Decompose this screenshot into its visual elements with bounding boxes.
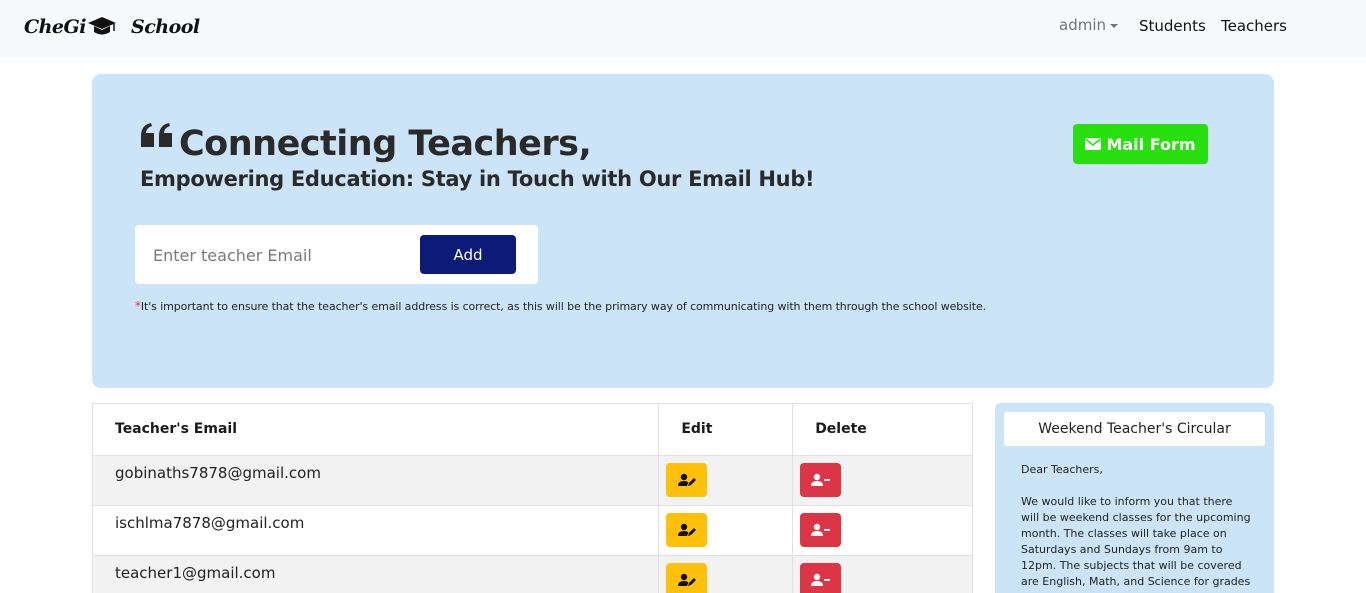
brand-logo[interactable]: CheGi School bbox=[24, 13, 200, 41]
quote-left-icon bbox=[139, 122, 175, 150]
table-row: teacher1@gmail.com bbox=[91, 555, 973, 593]
teacher-table: Teacher's Email Edit Delete gobinaths787… bbox=[91, 403, 973, 593]
mail-form-button[interactable]: Mail Form bbox=[1073, 124, 1208, 164]
delete-button[interactable] bbox=[800, 463, 842, 497]
user-minus-icon bbox=[810, 473, 830, 486]
circular-text: We would like to inform you that there w… bbox=[1021, 495, 1251, 588]
navbar: CheGi School admin Students Teachers bbox=[0, 0, 1366, 58]
circular-greeting: Dear Teachers, bbox=[1021, 463, 1103, 476]
email-note: *It's important to ensure that the teach… bbox=[135, 299, 986, 313]
nav-teachers-link[interactable]: Teachers bbox=[1221, 17, 1287, 35]
hero-title: Connecting Teachers, bbox=[179, 124, 592, 164]
header-delete: Delete bbox=[792, 403, 973, 456]
graduation-cap-icon bbox=[87, 16, 117, 38]
add-teacher-form: Add bbox=[135, 225, 538, 284]
table-row: gobinaths7878@gmail.com bbox=[91, 455, 973, 506]
nav-students-link[interactable]: Students bbox=[1139, 17, 1206, 35]
admin-dropdown[interactable]: admin bbox=[1059, 16, 1118, 34]
edit-button[interactable] bbox=[666, 563, 708, 593]
teacher-email-input[interactable] bbox=[145, 237, 410, 273]
circular-panel: Weekend Teacher's Circular Dear Teachers… bbox=[995, 403, 1274, 593]
envelope-icon bbox=[1085, 138, 1102, 150]
user-minus-icon bbox=[810, 573, 830, 586]
circular-title: Weekend Teacher's Circular bbox=[1004, 412, 1265, 446]
teacher-email-cell: teacher1@gmail.com bbox=[91, 555, 660, 593]
admin-label: admin bbox=[1059, 16, 1106, 34]
edit-button[interactable] bbox=[666, 463, 708, 497]
edit-button[interactable] bbox=[666, 513, 708, 547]
hero-subtitle: Empowering Education: Stay in Touch with… bbox=[140, 167, 815, 191]
user-edit-icon bbox=[677, 473, 696, 486]
teacher-email-cell: ischlma7878@gmail.com bbox=[91, 505, 660, 556]
note-text: It's important to ensure that the teache… bbox=[140, 300, 987, 313]
delete-button[interactable] bbox=[800, 563, 842, 593]
teacher-email-cell: gobinaths7878@gmail.com bbox=[91, 455, 660, 506]
table-row: ischlma7878@gmail.com bbox=[91, 505, 973, 556]
header-email: Teacher's Email bbox=[91, 403, 660, 456]
brand-name-part1: CheGi bbox=[24, 16, 86, 38]
hero-panel: Connecting Teachers, Empowering Educatio… bbox=[92, 74, 1274, 388]
add-button[interactable]: Add bbox=[420, 235, 516, 274]
header-edit: Edit bbox=[658, 403, 794, 456]
delete-button[interactable] bbox=[800, 513, 842, 547]
mail-form-label: Mail Form bbox=[1106, 134, 1196, 154]
user-edit-icon bbox=[677, 573, 696, 586]
brand-name-part2: School bbox=[130, 16, 200, 38]
circular-body: Dear Teachers, We would like to inform y… bbox=[1021, 462, 1253, 593]
user-edit-icon bbox=[677, 523, 696, 536]
user-minus-icon bbox=[810, 523, 830, 536]
table-header-row: Teacher's Email Edit Delete bbox=[91, 403, 973, 456]
caret-down-icon bbox=[1110, 23, 1118, 28]
